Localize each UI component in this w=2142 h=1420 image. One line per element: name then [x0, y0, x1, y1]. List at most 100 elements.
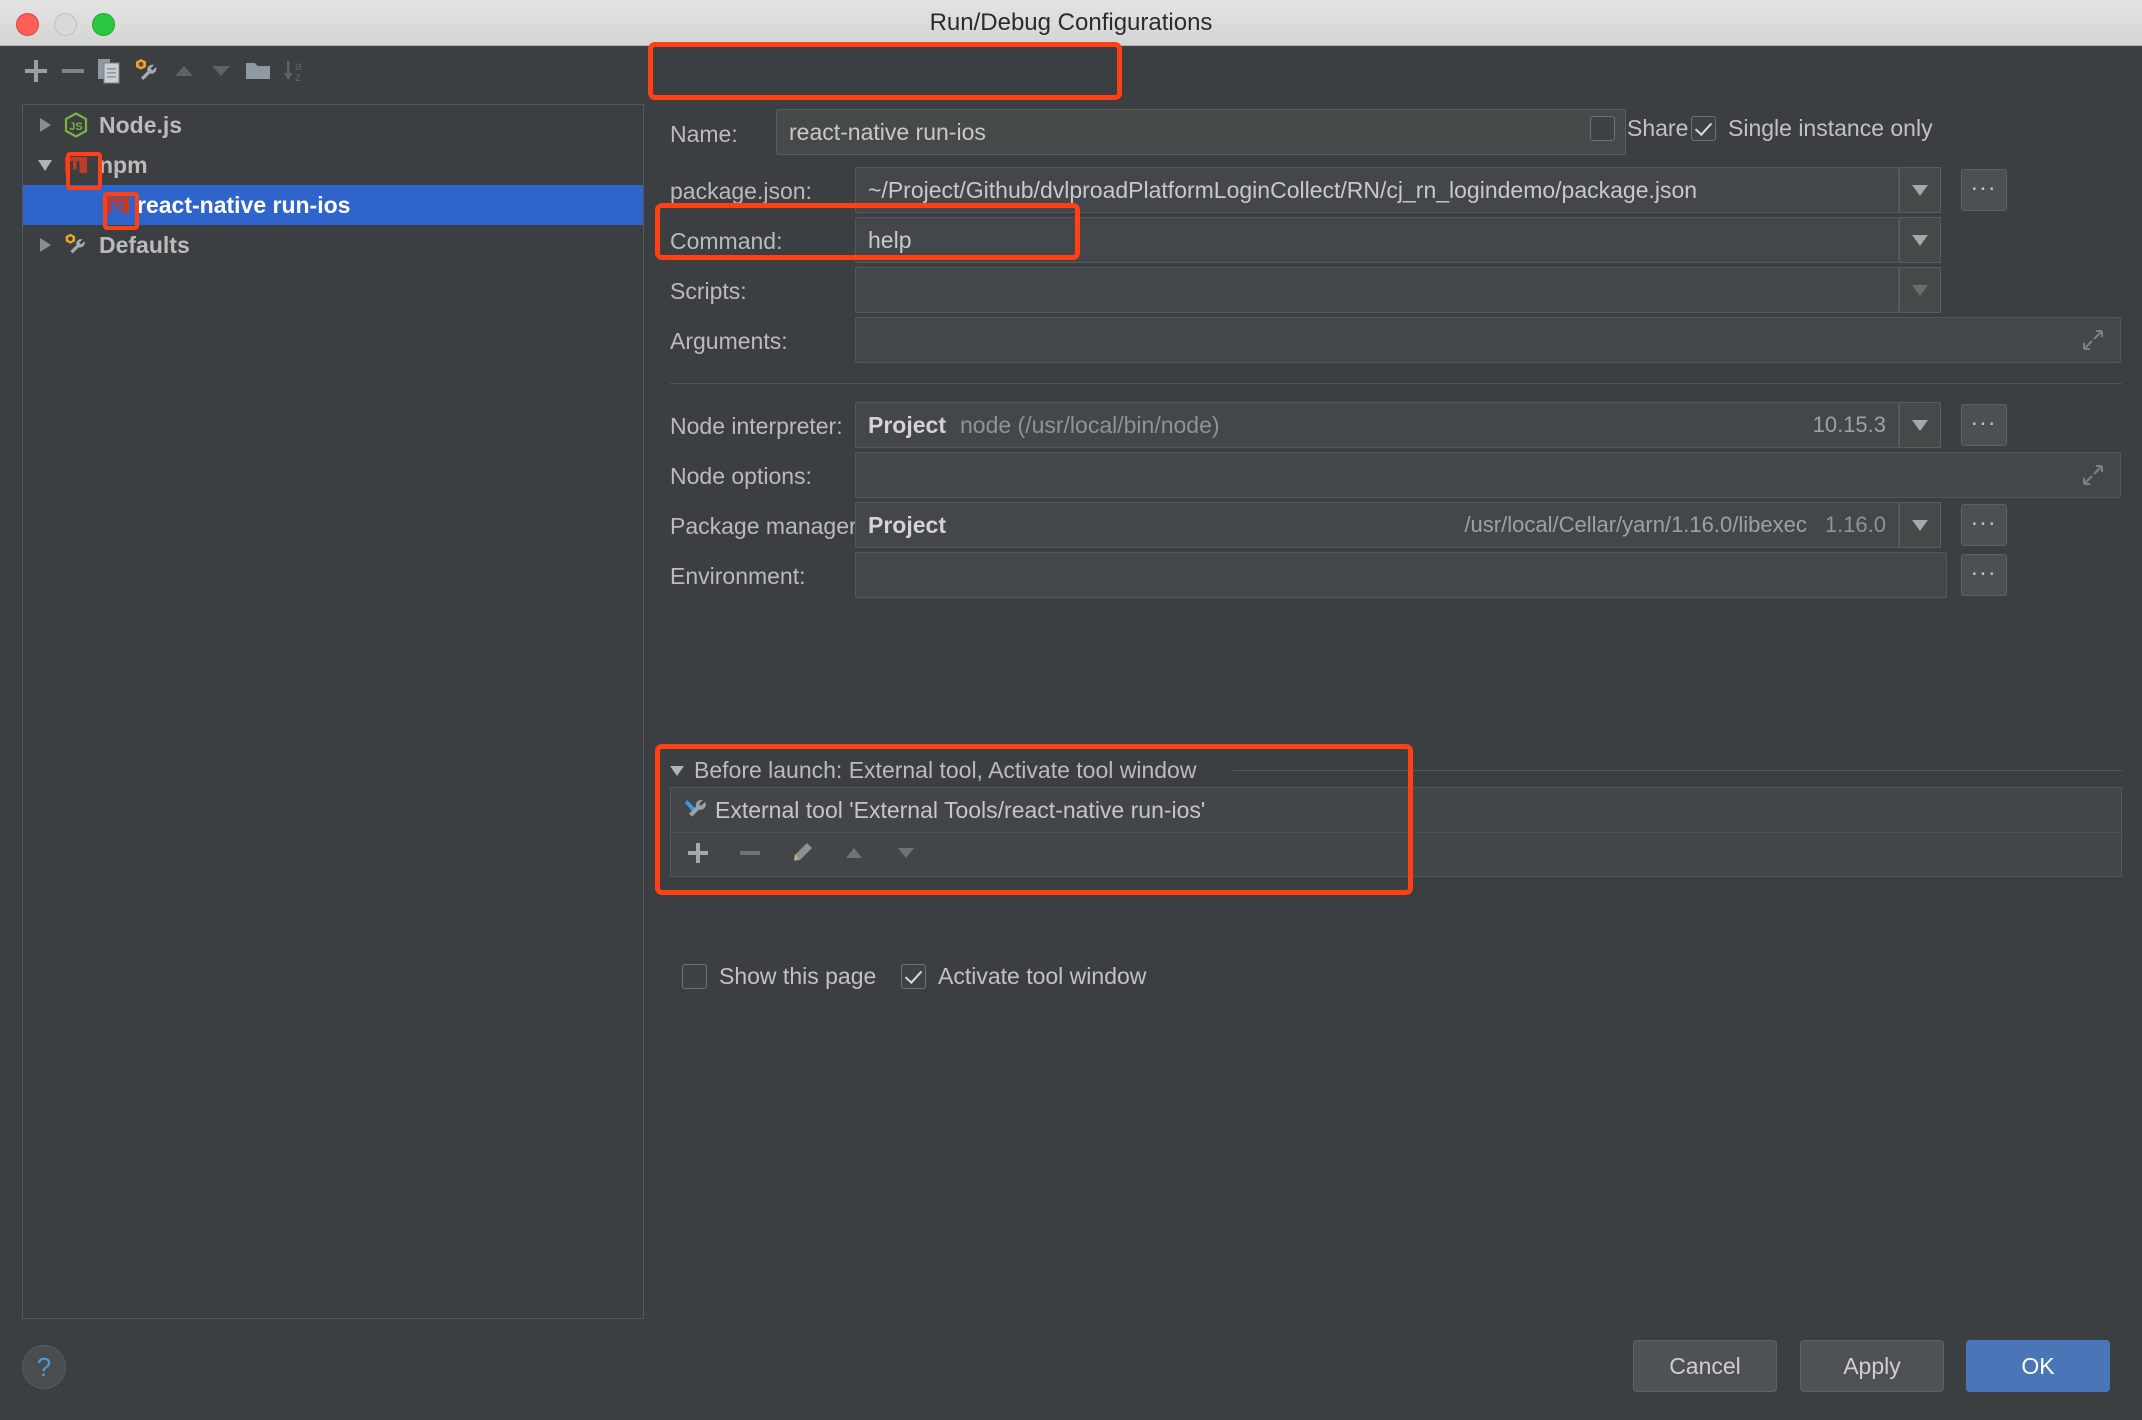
question-mark-icon: ? [36, 1351, 52, 1382]
checkbox-box[interactable] [901, 964, 926, 989]
node-interpreter-browse-button[interactable]: ... [1961, 404, 2007, 446]
package-manager-dropdown-button[interactable] [1899, 502, 1941, 548]
configurations-tree[interactable]: JS Node.js npm react-native run-ios Defa… [22, 104, 644, 1319]
single-instance-label: Single instance only [1728, 115, 1933, 141]
edit-templates-button[interactable] [129, 53, 165, 89]
tree-item-label: Node.js [99, 111, 183, 138]
before-launch-task-list[interactable]: External tool 'External Tools/react-nati… [670, 787, 2122, 877]
external-tool-icon [683, 797, 715, 823]
window-title: Run/Debug Configurations [929, 9, 1213, 36]
tree-item-label: npm [99, 151, 148, 178]
name-input[interactable]: react-native run-ios [776, 109, 1626, 155]
package-manager-browse-button[interactable]: ... [1961, 504, 2007, 546]
node-options-label: Node options: [670, 463, 812, 489]
ellipsis-icon: ... [1970, 169, 1997, 196]
ok-button[interactable]: OK [1966, 1340, 2110, 1392]
remove-task-button[interactable] [735, 840, 765, 870]
svg-text:JS: JS [69, 121, 82, 133]
command-value: help [868, 226, 912, 253]
scripts-input[interactable] [855, 267, 1899, 313]
environment-input[interactable] [855, 552, 1947, 598]
chevron-down-icon [1912, 419, 1928, 431]
ellipsis-icon: ... [1970, 404, 1997, 431]
arguments-input[interactable] [855, 317, 2121, 363]
checkbox-box[interactable] [682, 964, 707, 989]
move-task-up-button[interactable] [839, 840, 869, 870]
before-launch-toolbar [671, 833, 2121, 877]
node-options-input[interactable] [855, 452, 2121, 498]
before-launch-task-label: External tool 'External Tools/react-nati… [715, 796, 1206, 823]
apply-button[interactable]: Apply [1800, 1340, 1944, 1392]
tree-item-label: react-native run-ios [137, 191, 351, 218]
node-interpreter-dropdown-button[interactable] [1899, 402, 1941, 448]
copy-configuration-button[interactable] [92, 53, 128, 89]
plus-icon [22, 57, 50, 85]
package-manager-input[interactable]: Project /usr/local/Cellar/yarn/1.16.0/li… [855, 502, 1899, 548]
scripts-dropdown-button[interactable] [1899, 267, 1941, 313]
before-launch-task-item[interactable]: External tool 'External Tools/react-nati… [671, 788, 2121, 833]
arrow-down-icon [894, 841, 918, 870]
tree-item-label: Defaults [99, 231, 190, 258]
checkbox-box[interactable] [1691, 116, 1716, 141]
package-json-browse-button[interactable]: ... [1961, 169, 2007, 211]
help-button[interactable]: ? [22, 1345, 66, 1389]
chevron-down-icon [1912, 284, 1928, 296]
npm-icon [103, 190, 133, 220]
environment-browse-button[interactable]: ... [1961, 554, 2007, 596]
chevron-down-icon[interactable] [31, 151, 59, 179]
show-this-page-checkbox[interactable]: Show this page [682, 963, 876, 990]
node-interpreter-input[interactable]: Project node (/usr/local/bin/node) 10.15… [855, 402, 1899, 448]
run-debug-configurations-dialog: Run/Debug Configurations a z JS Node.js … [0, 0, 2142, 1420]
remove-configuration-button[interactable] [55, 53, 91, 89]
svg-text:z: z [295, 70, 301, 84]
move-task-down-button[interactable] [891, 840, 921, 870]
wrench-gear-icon [132, 56, 162, 86]
arrow-up-icon [171, 58, 197, 84]
before-launch-title: Before launch: External tool, Activate t… [694, 757, 1197, 783]
command-input[interactable]: help [855, 217, 1899, 263]
cancel-button[interactable]: Cancel [1633, 1340, 1777, 1392]
arguments-label: Arguments: [670, 328, 788, 354]
tree-item-defaults[interactable]: Defaults [23, 225, 643, 265]
activate-tool-window-checkbox[interactable]: Activate tool window [901, 963, 1146, 990]
configurations-toolbar: a z [0, 45, 648, 98]
chevron-down-icon [1912, 234, 1928, 246]
edit-task-button[interactable] [787, 840, 817, 870]
package-json-label: package.json: [670, 178, 812, 204]
sort-configurations-button[interactable]: a z [277, 53, 313, 89]
expand-icon[interactable] [2080, 462, 2106, 488]
scripts-label: Scripts: [670, 278, 747, 304]
pencil-icon [789, 840, 815, 871]
tree-item-react-native-run-ios[interactable]: react-native run-ios [23, 185, 643, 225]
add-task-button[interactable] [683, 840, 713, 870]
share-checkbox[interactable]: Share [1590, 115, 1688, 142]
before-launch-divider [1233, 770, 2122, 771]
activate-tool-window-label: Activate tool window [938, 963, 1147, 989]
package-json-input[interactable]: ~/Project/Github/dvlproadPlatformLoginCo… [855, 167, 1899, 213]
expand-icon[interactable] [2080, 327, 2106, 353]
arrow-down-icon [208, 58, 234, 84]
move-configuration-up-button[interactable] [166, 53, 202, 89]
package-manager-path: /usr/local/Cellar/yarn/1.16.0/libexec [1464, 512, 1807, 537]
name-label: Name: [670, 121, 738, 147]
before-launch-header[interactable]: Before launch: External tool, Activate t… [670, 757, 1196, 784]
single-instance-only-checkbox[interactable]: Single instance only [1691, 115, 1933, 142]
chevron-right-icon[interactable] [31, 111, 59, 139]
tree-item-nodejs[interactable]: JS Node.js [23, 105, 643, 145]
command-dropdown-button[interactable] [1899, 217, 1941, 263]
chevron-down-icon[interactable] [670, 765, 684, 776]
window-titlebar: Run/Debug Configurations [0, 0, 2142, 46]
package-json-dropdown-button[interactable] [1899, 167, 1941, 213]
node-interpreter-path: node (/usr/local/bin/node) [959, 411, 1220, 438]
add-configuration-button[interactable] [18, 53, 54, 89]
create-folder-button[interactable] [240, 53, 276, 89]
checkbox-box[interactable] [1590, 116, 1615, 141]
node-interpreter-label: Node interpreter: [670, 413, 843, 439]
form-separator [670, 383, 2122, 384]
configuration-form: Name: react-native run-ios Share Single … [648, 45, 2142, 1320]
chevron-right-icon[interactable] [31, 231, 59, 259]
package-manager-label: Package manager: [670, 513, 864, 539]
node-interpreter-version: 10.15.3 [1812, 412, 1886, 437]
tree-item-npm[interactable]: npm [23, 145, 643, 185]
move-configuration-down-button[interactable] [203, 53, 239, 89]
